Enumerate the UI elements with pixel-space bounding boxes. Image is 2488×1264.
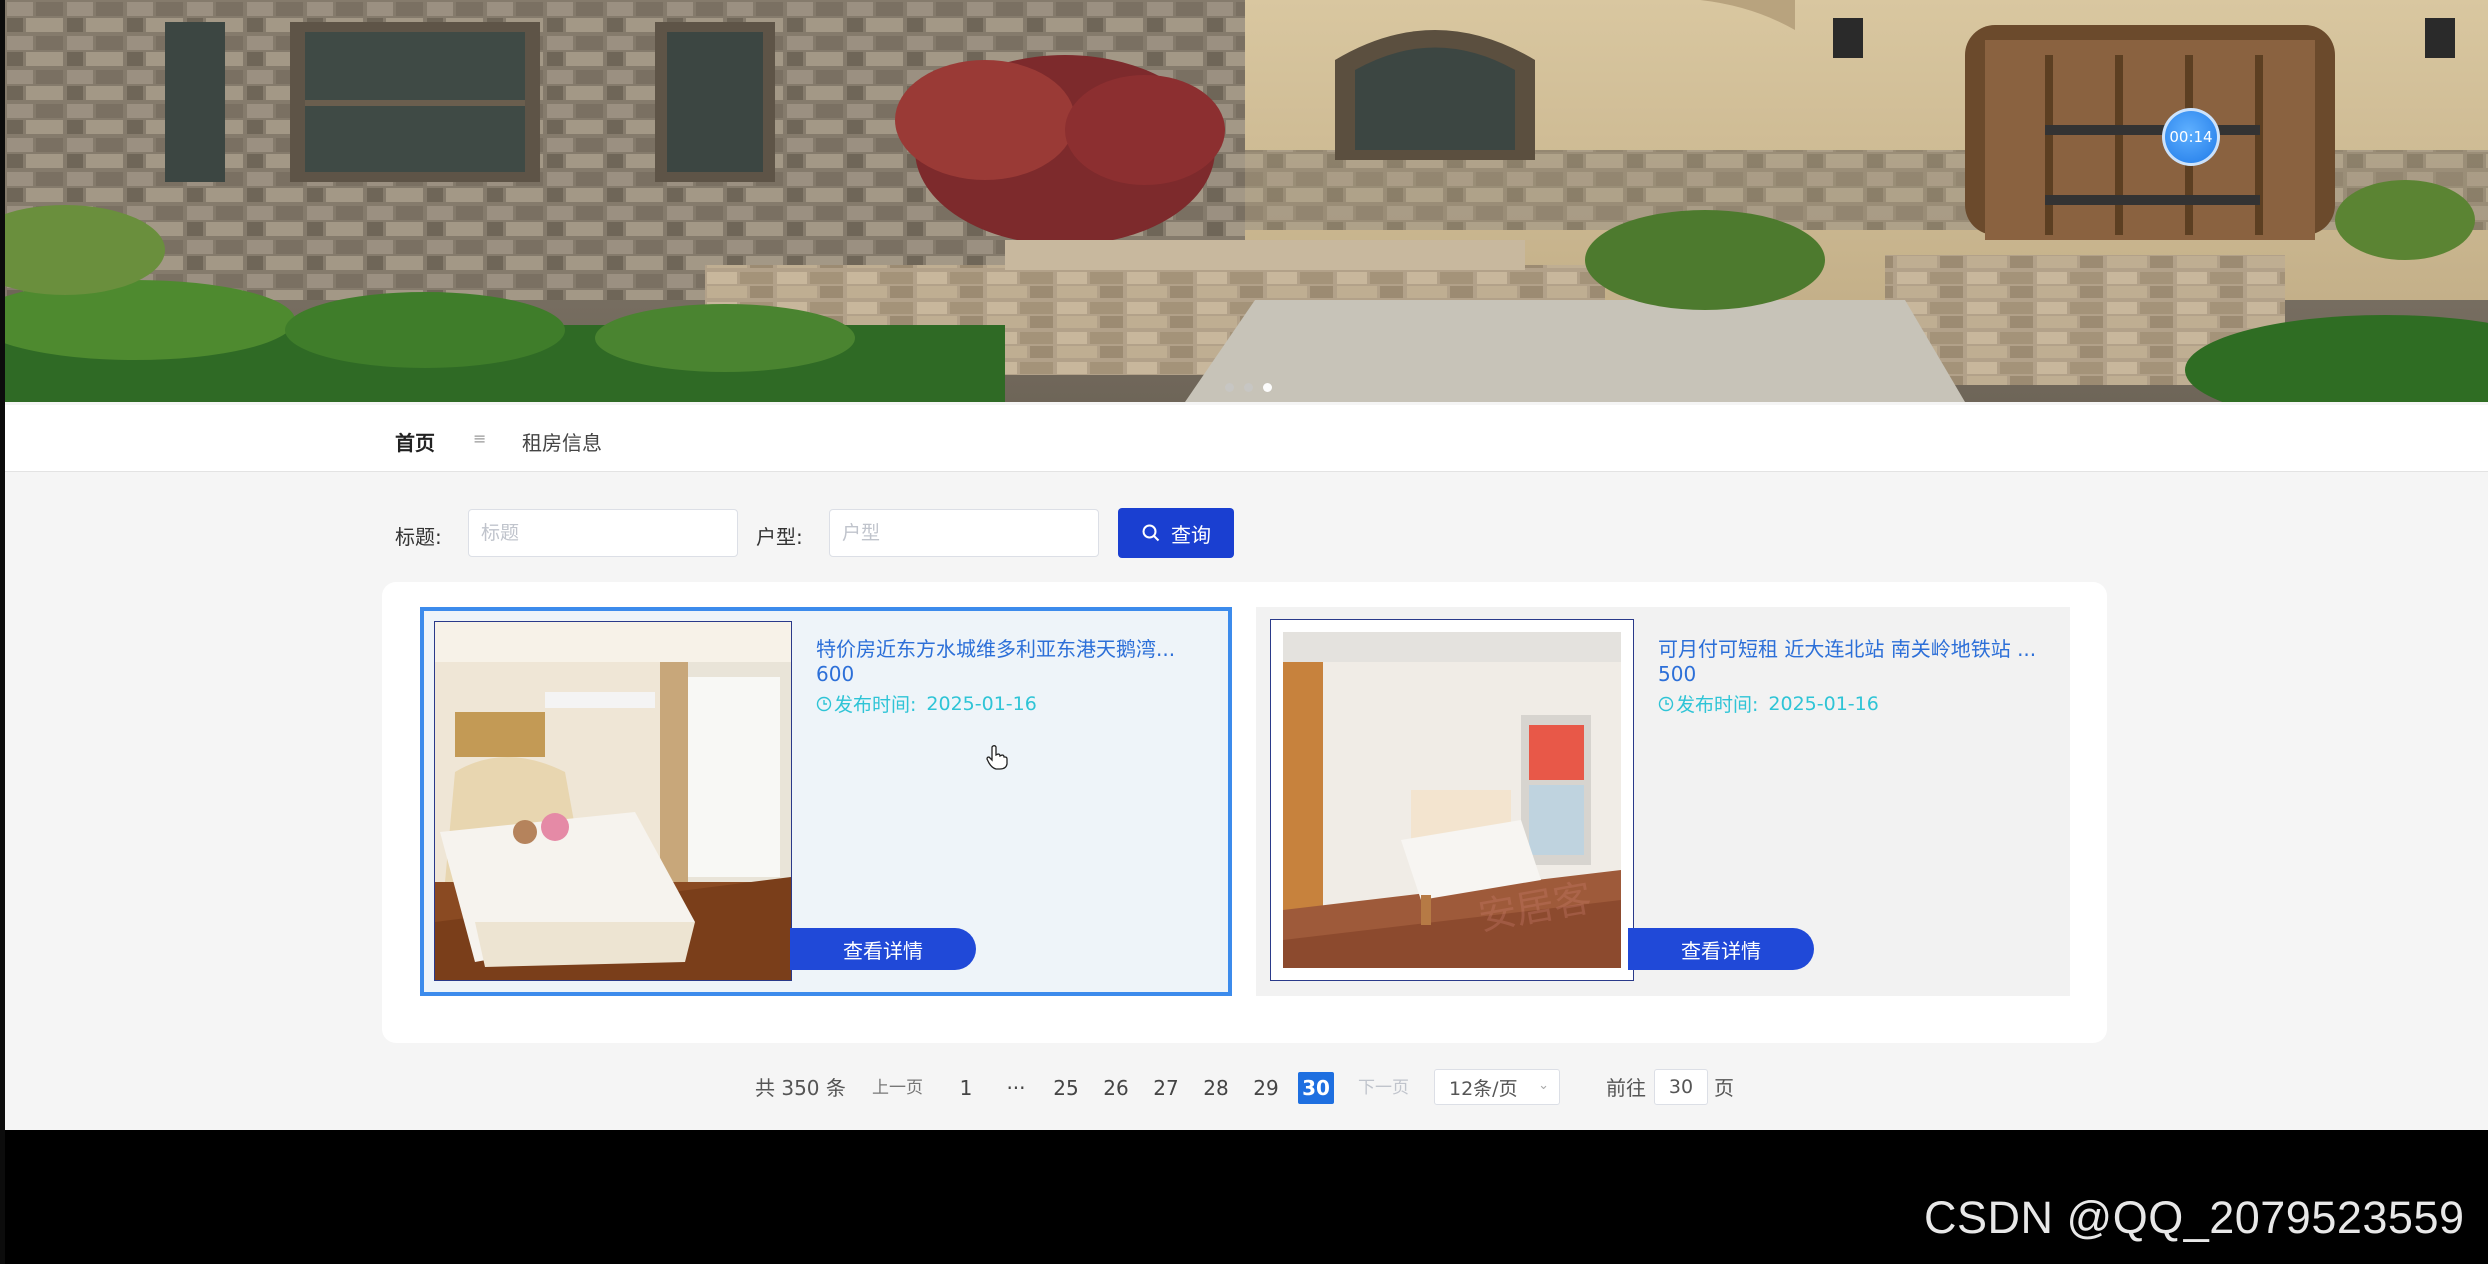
page-ellipsis[interactable]: ··· bbox=[1000, 1072, 1032, 1104]
page-number[interactable]: 28 bbox=[1200, 1072, 1232, 1104]
clock-icon bbox=[1658, 696, 1674, 711]
query-button[interactable]: 查询 bbox=[1118, 508, 1234, 558]
timer-badge: 00:14 bbox=[2162, 108, 2220, 166]
page-number[interactable]: 26 bbox=[1100, 1072, 1132, 1104]
listing-thumbnail[interactable]: 安居客 bbox=[1270, 619, 1634, 981]
hero-banner[interactable]: 00:14 bbox=[5, 0, 2488, 402]
hand-cursor-icon bbox=[986, 745, 1008, 770]
page-suffix: 页 bbox=[1714, 1075, 1734, 1100]
page-size-value: 12条/页 bbox=[1449, 1077, 1518, 1100]
carousel-dot-active[interactable] bbox=[1263, 383, 1272, 392]
page-number[interactable]: 1 bbox=[950, 1072, 982, 1104]
breadcrumb-home[interactable]: 首页 bbox=[395, 427, 435, 456]
clock-icon bbox=[816, 696, 832, 711]
breadcrumb-current: 租房信息 bbox=[522, 431, 602, 455]
breadcrumb: 首页 ≡ 租房信息 bbox=[5, 405, 2488, 472]
listing-publish-time: 发布时间: 2025-01-16 bbox=[1658, 690, 1879, 717]
page-number[interactable]: 29 bbox=[1250, 1072, 1282, 1104]
publish-time-label: 发布时间: bbox=[834, 694, 917, 716]
page-number[interactable]: 27 bbox=[1150, 1072, 1182, 1104]
prev-page-button[interactable]: 上一页 bbox=[872, 1072, 923, 1104]
listing-title[interactable]: 特价房近东方水城维多利亚东港天鹅湾... bbox=[816, 633, 1175, 662]
query-button-label: 查询 bbox=[1171, 522, 1211, 547]
chevron-down-icon: ⌄ bbox=[1538, 1078, 1549, 1093]
bedroom-photo bbox=[435, 622, 791, 980]
publish-date: 2025-01-16 bbox=[926, 692, 1037, 715]
banner-image bbox=[5, 0, 2488, 402]
type-label: 户型: bbox=[756, 525, 803, 549]
view-details-button[interactable]: 查看详情 bbox=[790, 928, 976, 970]
carousel-dot[interactable] bbox=[1225, 383, 1234, 392]
pagination-total: 共 350 条 bbox=[755, 1075, 846, 1100]
search-icon bbox=[1142, 524, 1160, 542]
next-page-button[interactable]: 下一页 bbox=[1358, 1072, 1409, 1104]
type-search-input[interactable] bbox=[829, 509, 1099, 557]
listing-price: 500 bbox=[1658, 662, 1697, 686]
breadcrumb-separator: ≡ bbox=[473, 429, 487, 448]
listing-price: 600 bbox=[816, 662, 855, 686]
listing-thumbnail[interactable] bbox=[434, 621, 792, 981]
page-size-select[interactable]: 12条/页 ⌄ bbox=[1434, 1069, 1560, 1105]
listing-publish-time: 发布时间: 2025-01-16 bbox=[816, 690, 1037, 717]
room-photo: 安居客 bbox=[1271, 620, 1633, 980]
carousel-dot[interactable] bbox=[1244, 383, 1253, 392]
publish-time-label: 发布时间: bbox=[1676, 694, 1759, 716]
window-edge bbox=[0, 0, 5, 1264]
carousel-indicators[interactable] bbox=[1225, 383, 1272, 392]
title-search-input[interactable] bbox=[468, 509, 738, 557]
title-label: 标题: bbox=[395, 525, 442, 549]
view-details-button[interactable]: 查看详情 bbox=[1628, 928, 1814, 970]
watermark: CSDN @QQ_2079523559 bbox=[1924, 1192, 2465, 1243]
page-number[interactable]: 25 bbox=[1050, 1072, 1082, 1104]
listing-card[interactable]: 安居客 可月付可短租 近大连北站 南关岭地铁站 ... 500 发布时间: 20… bbox=[1256, 607, 2070, 996]
goto-page-input[interactable] bbox=[1654, 1069, 1708, 1105]
page-number-active[interactable]: 30 bbox=[1298, 1072, 1334, 1104]
publish-date: 2025-01-16 bbox=[1768, 692, 1879, 715]
listing-card[interactable]: 特价房近东方水城维多利亚东港天鹅湾... 600 发布时间: 2025-01-1… bbox=[420, 607, 1232, 996]
listing-title[interactable]: 可月付可短租 近大连北站 南关岭地铁站 ... bbox=[1658, 633, 2036, 662]
goto-label: 前往 bbox=[1606, 1075, 1646, 1100]
